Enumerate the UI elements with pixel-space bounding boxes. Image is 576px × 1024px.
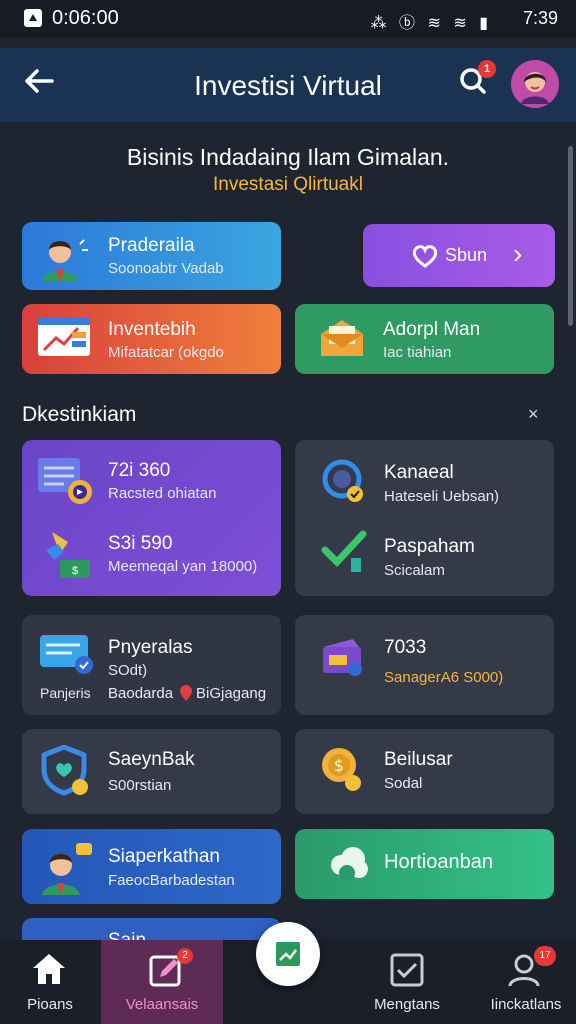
- calendar-chart-icon: [38, 458, 92, 504]
- hero-subtitle: Investasi Qlirtuakl: [213, 174, 363, 195]
- nav-tasks[interactable]: Mengtans: [361, 940, 461, 1024]
- location-pin-icon: [180, 685, 192, 701]
- open-button-label: Sbun: [445, 245, 488, 265]
- payments-subtitle: Baodarda: [108, 685, 174, 702]
- app-notification-icon: [24, 9, 42, 27]
- invest-card[interactable]: Inventebih Mifatatcar (okgdo: [22, 304, 281, 374]
- nav-invest-label: Velaansais: [125, 996, 199, 1013]
- nav-profile-label: Iinckatlans: [490, 996, 562, 1013]
- cloud-title: Hortioanban: [384, 851, 493, 873]
- nav-profile-badge: 17: [534, 946, 556, 966]
- security-subtitle: S00rstian: [108, 777, 172, 794]
- portfolio-row1-subtitle: Racsted ohiatan: [108, 485, 217, 502]
- invest-card-subtitle: Mifatatcar (okgdo: [108, 344, 224, 361]
- pro-card[interactable]: Praderaila Soonoabtr Vadab: [22, 222, 281, 290]
- status-row2-subtitle: Scicalam: [384, 562, 445, 579]
- open-button[interactable]: Sbun ›: [363, 224, 555, 287]
- scrollbar[interactable]: [568, 146, 573, 326]
- portfolio-row2-title: S3i 590: [108, 533, 173, 554]
- app-bar: Investisi Virtual 1: [0, 48, 576, 122]
- svg-text:$: $: [334, 756, 344, 775]
- status-row2-title: Paspaham: [384, 536, 475, 557]
- arrow-left-icon: [25, 69, 54, 93]
- savings-subtitle: SanagerA6 S000): [384, 669, 504, 686]
- balance-subtitle: Sodal: [384, 775, 423, 792]
- status-row1-subtitle: Hateseli Uebsan): [384, 488, 500, 505]
- cloud-card[interactable]: Hortioanban: [295, 829, 554, 899]
- portfolio-row2-subtitle: Meemeqal yan 18000): [108, 558, 258, 575]
- agent-card[interactable]: Siaperkathan FaeocBarbadestan: [22, 829, 281, 904]
- envelope-icon: [321, 320, 363, 356]
- status-row1-title: Kanaeal: [384, 462, 454, 483]
- nav-profile[interactable]: 17 Iinckatlans: [476, 940, 576, 1024]
- home-icon: [33, 954, 65, 984]
- heart-chat-icon: [412, 245, 438, 268]
- portfolio-row1-title: 72i 360: [108, 460, 171, 481]
- chart-fab-button[interactable]: [256, 922, 320, 986]
- pro-card-subtitle: Soonoabtr Vadab: [108, 260, 224, 277]
- avatar[interactable]: [511, 60, 559, 108]
- status-bar: 0:06:00 ⁂ ⓑ ≋ ≋ ▮ 7:39: [0, 0, 576, 38]
- avatar-face-icon: [511, 60, 559, 108]
- shield-heart-icon: [41, 745, 88, 796]
- chart-icon: [276, 942, 300, 966]
- balance-title: Beilusar: [384, 749, 453, 770]
- chart-screen-icon: [38, 318, 90, 356]
- security-card[interactable]: SaeynBak S00rstian: [22, 729, 281, 814]
- payments-subtitle-2: BiGjagang: [196, 685, 267, 702]
- nav-invest[interactable]: 2 Velaansais: [101, 940, 223, 1024]
- balance-card[interactable]: $ Beilusar Sodal: [295, 729, 554, 814]
- clock-check-icon: [322, 459, 363, 502]
- nav-tasks-label: Mengtans: [374, 996, 440, 1013]
- savings-title: 7033: [384, 637, 427, 658]
- security-title: SaeynBak: [108, 749, 195, 770]
- adopt-card[interactable]: Adorpl Man Iac tiahian: [295, 304, 554, 374]
- system-icons: ⁂ ⓑ ≋ ≋ ▮: [370, 15, 492, 32]
- rocket-money-icon: $: [46, 532, 90, 578]
- businessman-icon: [42, 239, 88, 282]
- status-clock: 7:39: [522, 8, 558, 28]
- nav-home-label: Pioans: [27, 996, 73, 1013]
- payments-line2: SOdt): [108, 662, 148, 679]
- hero-title: Bisinis Indadaing Ilam Gimalan.: [126, 144, 450, 170]
- status-time: 0:06:00: [52, 7, 119, 29]
- section-title: Dkestinkiam: [22, 403, 137, 426]
- notification-badge: 1: [478, 60, 496, 78]
- credit-card-check-icon: [40, 635, 93, 674]
- nav-home[interactable]: Pioans: [0, 940, 100, 1024]
- wallet-icon: [323, 639, 362, 676]
- checkmark-icon: [321, 530, 367, 572]
- agent-avatar-icon: [42, 843, 92, 895]
- payments-title: Pnyeralas: [108, 637, 193, 658]
- payments-caption: Panjeris: [40, 685, 91, 701]
- agent-title: Siaperkathan: [108, 846, 220, 867]
- cloud-icon: [331, 847, 368, 881]
- pro-card-title: Praderaila: [108, 235, 195, 256]
- chevron-right-icon: ›: [513, 238, 523, 269]
- close-icon[interactable]: ×: [528, 404, 539, 425]
- savings-card[interactable]: 7033 SanagerA6 S000): [295, 615, 554, 715]
- svg-text:$: $: [72, 565, 78, 577]
- portfolio-card[interactable]: 72i 360 Racsted ohiatan $ S3i 590 Meemeq…: [22, 440, 281, 596]
- nav-invest-badge: 2: [177, 948, 193, 964]
- check-square-icon: [390, 953, 424, 987]
- agent-subtitle: FaeocBarbadestan: [108, 872, 235, 889]
- status-card[interactable]: Kanaeal Hateseli Uebsan) Paspaham Scical…: [295, 440, 554, 596]
- invest-card-title: Inventebih: [108, 319, 196, 340]
- payments-card[interactable]: Panjeris Pnyeralas SOdt) Baodarda BiGjag…: [22, 615, 281, 715]
- back-button[interactable]: [22, 64, 56, 105]
- adopt-card-title: Adorpl Man: [383, 319, 481, 340]
- coins-icon: $: [322, 748, 361, 791]
- adopt-card-subtitle: Iac tiahian: [383, 344, 452, 361]
